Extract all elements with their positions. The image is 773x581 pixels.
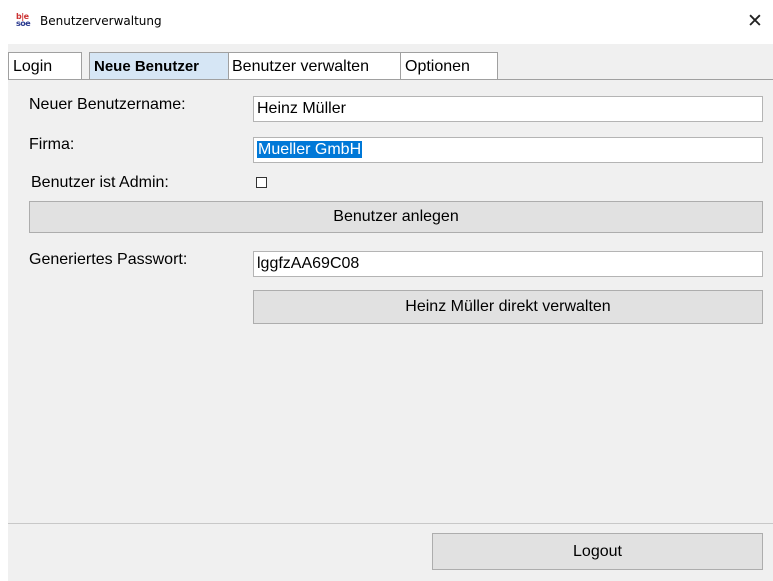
app-logo-bottom-text: soe (16, 19, 31, 28)
app-logo-icon: b|e soe (16, 13, 34, 29)
password-field[interactable]: lggfzAA69C08 (253, 251, 763, 277)
password-field-value: lggfzAA69C08 (257, 255, 360, 272)
tab-optionen[interactable]: Optionen (400, 52, 498, 79)
company-input[interactable]: Mueller GmbH (253, 137, 763, 163)
tab-login[interactable]: Login (8, 52, 82, 79)
manage-user-button[interactable]: Heinz Müller direkt verwalten (253, 290, 763, 324)
title-bar: b|e soe Benutzerverwaltung ✕ (0, 0, 773, 44)
create-user-button[interactable]: Benutzer anlegen (29, 201, 763, 233)
company-label: Firma: (29, 136, 75, 153)
tab-benutzer-verwalten[interactable]: Benutzer verwalten (228, 52, 401, 79)
admin-label: Benutzer ist Admin: (31, 174, 169, 191)
tab-neue-benutzer[interactable]: Neue Benutzer (89, 52, 229, 79)
logout-button[interactable]: Logout (432, 533, 763, 570)
username-label: Neuer Benutzername: (29, 96, 186, 113)
company-input-value: Mueller GmbH (257, 141, 363, 158)
username-input-value: Heinz Müller (257, 100, 346, 117)
application-window: b|e soe Benutzerverwaltung ✕ Login Neue … (0, 0, 773, 581)
password-label: Generiertes Passwort: (29, 251, 188, 268)
username-input[interactable]: Heinz Müller (253, 96, 763, 122)
tab-strip: Login Neue Benutzer Benutzer verwalten O… (8, 50, 773, 80)
window-title: Benutzerverwaltung (40, 14, 162, 28)
admin-checkbox[interactable] (256, 177, 267, 188)
close-icon[interactable]: ✕ (740, 8, 770, 34)
footer-divider (8, 523, 773, 524)
